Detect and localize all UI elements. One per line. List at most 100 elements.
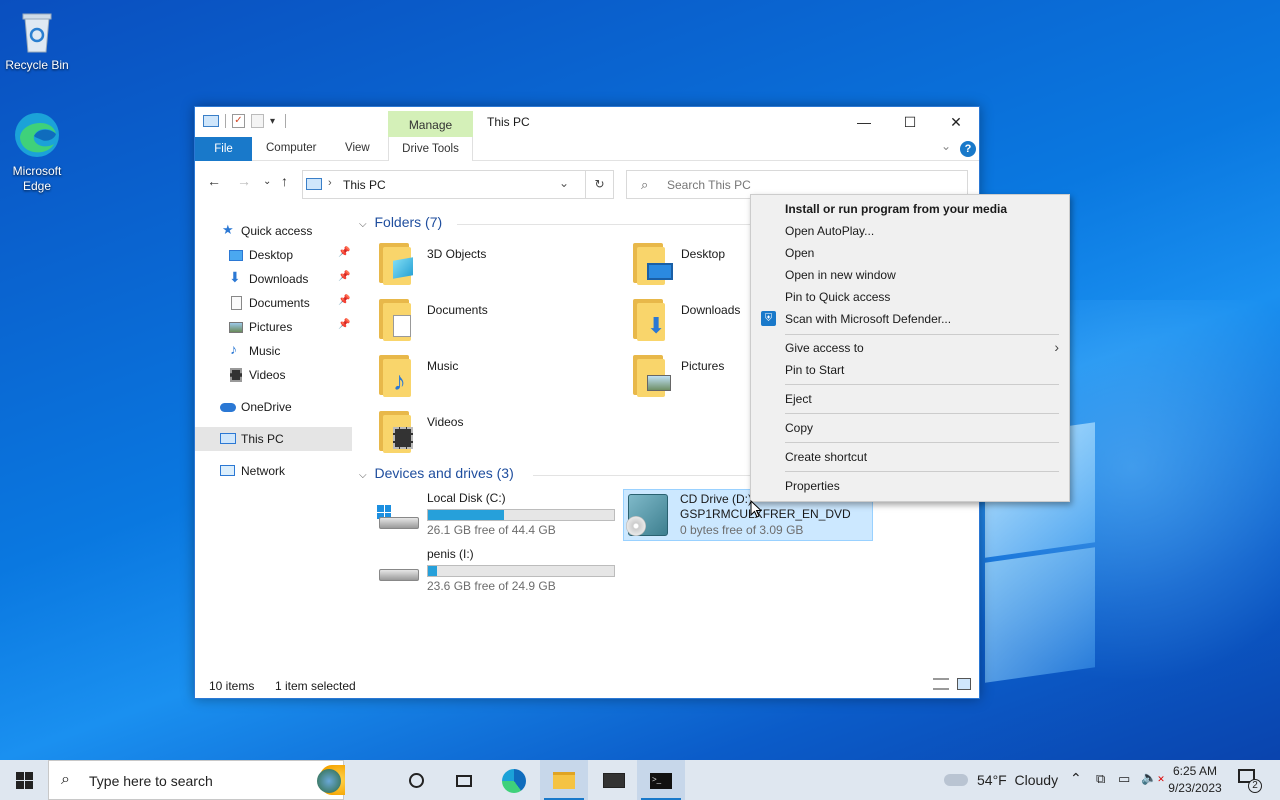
help-icon[interactable]: ? [960, 141, 976, 157]
search-placeholder: Search This PC [667, 178, 751, 192]
meet-now-icon[interactable]: ⧉ [1096, 771, 1105, 800]
details-view-icon[interactable] [933, 678, 949, 690]
menu-item-label: Create shortcut [785, 450, 868, 464]
notification-badge: 2 [1248, 779, 1262, 793]
address-dropdown-icon[interactable]: ⌄ [559, 176, 569, 190]
sidebar-item-network[interactable]: Network [195, 459, 352, 483]
menu-item-eject[interactable]: Eject [751, 388, 1069, 410]
minimize-button[interactable]: — [841, 107, 887, 137]
menu-item-create-shortcut[interactable]: Create shortcut [751, 446, 1069, 468]
sidebar-item-music[interactable]: ♪ Music [195, 339, 352, 363]
pin-icon[interactable]: 📌 [338, 247, 350, 258]
properties-icon[interactable]: ✓ [232, 114, 245, 128]
sidebar-item-this-pc[interactable]: This PC [195, 427, 352, 451]
globe-icon [317, 769, 341, 793]
title-bar: ✓ ▾ Manage This PC — ☐ ✕ [195, 107, 979, 137]
tab-computer[interactable]: Computer [266, 142, 317, 154]
network-icon[interactable]: ▭ [1118, 771, 1130, 800]
separator [285, 114, 287, 128]
taskbar-file-explorer[interactable] [540, 760, 588, 800]
drive-local-disk-c[interactable]: Local Disk (C:) 26.1 GB free of 44.4 GB [377, 491, 627, 545]
taskbar-search-box[interactable]: ⌕ Type here to search [48, 760, 345, 800]
taskbar-terminal[interactable]: >_ [637, 760, 685, 800]
back-arrow-icon[interactable]: ← [207, 173, 221, 189]
task-view-button[interactable] [392, 760, 440, 800]
close-button[interactable]: ✕ [933, 107, 979, 137]
group-header-devices[interactable]: ⌵ Devices and drives (3) [359, 465, 514, 481]
desktop-icon-microsoft-edge[interactable]: Microsoft Edge [0, 110, 74, 194]
folder-videos[interactable]: Videos [377, 407, 617, 457]
sidebar-item-downloads[interactable]: ⬇ Downloads 📌 [195, 267, 352, 291]
menu-item-pin-to-quick-access[interactable]: Pin to Quick access [751, 286, 1069, 308]
tab-file[interactable]: File [195, 137, 252, 161]
this-pc-icon[interactable] [203, 115, 219, 127]
menu-item-install-or-run[interactable]: Install or run program from your media [751, 198, 1069, 220]
menu-item-scan-with-defender[interactable]: ⛨ Scan with Microsoft Defender... [751, 308, 1069, 330]
sidebar-item-documents[interactable]: Documents 📌 [195, 291, 352, 315]
pin-icon[interactable]: 📌 [338, 295, 350, 306]
taskbar-clock[interactable]: 6:25 AM 9/23/2023 [1160, 763, 1230, 797]
notification-center-button[interactable]: 2 [1238, 769, 1262, 800]
tab-drive-tools[interactable]: Drive Tools [388, 137, 473, 161]
windows-drive-icon [377, 505, 421, 531]
menu-item-label: Eject [785, 392, 812, 406]
sidebar-item-label: Network [241, 464, 286, 478]
large-icons-view-icon[interactable] [957, 678, 971, 690]
drive-penis-i[interactable]: penis (I:) 23.6 GB free of 24.9 GB [377, 547, 627, 601]
menu-item-give-access-to[interactable]: Give access to › [751, 337, 1069, 359]
manage-contextual-tab[interactable]: Manage [388, 111, 473, 137]
menu-item-copy[interactable]: Copy [751, 417, 1069, 439]
group-header-folders[interactable]: ⌵ Folders (7) [359, 214, 442, 230]
show-hidden-icons-button[interactable]: ⌃ [1070, 770, 1082, 800]
terminal-icon: >_ [650, 772, 672, 789]
folder-music[interactable]: ♪ Music [377, 351, 617, 401]
pin-icon[interactable]: 📌 [338, 271, 350, 282]
new-folder-icon[interactable] [251, 114, 264, 128]
sidebar-item-pictures[interactable]: Pictures 📌 [195, 315, 352, 339]
desktop-icon-recycle-bin[interactable]: Recycle Bin [0, 8, 74, 72]
menu-item-open[interactable]: Open [751, 242, 1069, 264]
menu-item-label: Properties [785, 479, 840, 493]
folder-label: Documents [427, 303, 488, 317]
search-placeholder: Type here to search [89, 773, 213, 789]
computer-icon [220, 433, 236, 444]
context-menu: Install or run program from your media O… [750, 194, 1070, 502]
pin-icon[interactable]: 📌 [338, 319, 350, 330]
expand-ribbon-icon[interactable]: ⌄ [941, 139, 951, 153]
up-arrow-icon[interactable]: ↑ [281, 173, 288, 189]
drive-icon [379, 569, 419, 581]
folder-3d-objects[interactable]: 3D Objects [377, 239, 617, 289]
breadcrumb[interactable]: This PC [343, 178, 386, 192]
maximize-button[interactable]: ☐ [887, 107, 933, 137]
folder-label: 3D Objects [427, 247, 487, 261]
start-button[interactable] [0, 760, 48, 800]
drive-usage-fill [428, 510, 505, 520]
navigation-pane: ★ Quick access Desktop 📌 ⬇ Downloads 📌 D… [195, 201, 353, 671]
folder-documents[interactable]: Documents [377, 295, 617, 345]
sidebar-item-label: This PC [241, 432, 284, 446]
weather-widget[interactable]: 54°F Cloudy [944, 760, 1064, 800]
customize-toolbar-icon[interactable]: ▾ [270, 116, 275, 127]
sidebar-item-quick-access[interactable]: ★ Quick access [195, 219, 352, 243]
tab-view[interactable]: View [345, 142, 370, 154]
drive-name: Local Disk (C:) [427, 491, 506, 505]
film-icon [230, 368, 242, 382]
folder-label: Videos [427, 415, 464, 429]
menu-item-open-autoplay[interactable]: Open AutoPlay... [751, 220, 1069, 242]
sidebar-item-desktop[interactable]: Desktop 📌 [195, 243, 352, 267]
menu-item-pin-to-start[interactable]: Pin to Start [751, 359, 1069, 381]
chevron-down-icon: ⌵ [359, 219, 367, 230]
sidebar-item-onedrive[interactable]: OneDrive [195, 395, 352, 419]
recent-locations-icon[interactable]: ⌄ [263, 176, 271, 187]
taskbar-mail[interactable] [590, 760, 638, 800]
taskbar-edge[interactable] [490, 760, 538, 800]
menu-item-open-in-new-window[interactable]: Open in new window [751, 264, 1069, 286]
menu-item-properties[interactable]: Properties [751, 475, 1069, 497]
task-view-icon-button[interactable] [440, 760, 488, 800]
sidebar-item-label: Documents [249, 296, 310, 310]
sidebar-item-videos[interactable]: Videos [195, 363, 352, 387]
sidebar-item-label: Videos [249, 368, 286, 382]
forward-arrow-icon[interactable]: → [237, 173, 251, 189]
refresh-button[interactable]: ↻ [585, 170, 614, 199]
address-bar[interactable]: › This PC ⌄ [302, 170, 614, 199]
